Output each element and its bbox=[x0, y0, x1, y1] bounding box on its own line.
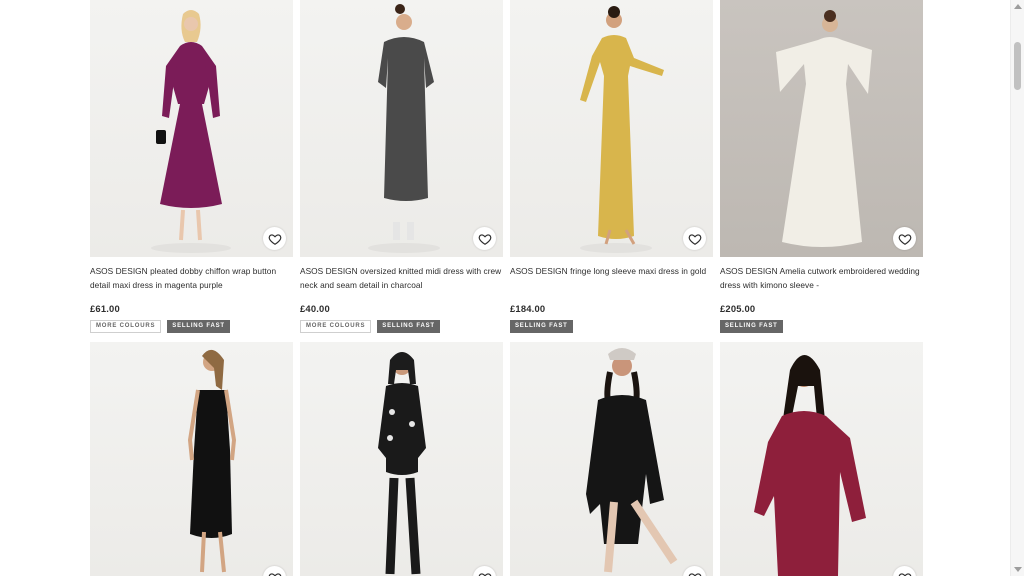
selling-fast-badge: SELLING FAST bbox=[167, 320, 230, 333]
heart-icon bbox=[898, 572, 911, 576]
product-image[interactable] bbox=[90, 0, 293, 257]
product-image[interactable] bbox=[720, 0, 923, 257]
heart-icon bbox=[478, 233, 491, 245]
model-figure bbox=[151, 10, 231, 253]
heart-icon bbox=[688, 572, 701, 576]
scrollbar[interactable] bbox=[1010, 0, 1024, 576]
product-badges: SELLING FAST bbox=[720, 320, 923, 333]
model-figure bbox=[378, 352, 426, 575]
heart-icon bbox=[268, 233, 281, 245]
product-badges: SELLING FAST bbox=[510, 320, 713, 333]
selling-fast-badge: SELLING FAST bbox=[377, 320, 440, 333]
product-card[interactable]: ASOS DESIGN oversized knitted midi dress… bbox=[300, 0, 503, 333]
scrollbar-thumb[interactable] bbox=[1014, 42, 1021, 90]
product-card[interactable]: ASOS DESIGN pleated dobby chiffon wrap b… bbox=[90, 0, 293, 333]
product-image[interactable] bbox=[720, 342, 923, 576]
model-figure bbox=[754, 355, 866, 576]
product-badges: MORE COLOURS SELLING FAST bbox=[90, 320, 293, 333]
product-image[interactable] bbox=[300, 342, 503, 576]
heart-icon bbox=[478, 572, 491, 576]
more-colours-badge: MORE COLOURS bbox=[90, 320, 162, 333]
model-figure bbox=[187, 349, 237, 573]
scroll-down-arrow-icon[interactable] bbox=[1014, 567, 1022, 572]
product-image[interactable] bbox=[90, 342, 293, 576]
product-image[interactable] bbox=[510, 342, 713, 576]
product-price: £40.00 bbox=[300, 303, 330, 314]
heart-icon bbox=[268, 572, 281, 576]
save-heart-button[interactable] bbox=[683, 227, 706, 250]
scroll-up-arrow-icon[interactable] bbox=[1014, 4, 1022, 9]
more-colours-badge: MORE COLOURS bbox=[300, 320, 372, 333]
save-heart-button[interactable] bbox=[263, 227, 286, 250]
product-card[interactable]: ASOS DESIGN Amelia cutwork embroidered w… bbox=[720, 0, 923, 333]
product-card[interactable]: ASOS DESIGN fringe long sleeve maxi dres… bbox=[510, 0, 713, 333]
model-figure bbox=[776, 10, 872, 247]
save-heart-button[interactable] bbox=[473, 227, 496, 250]
product-card[interactable] bbox=[90, 342, 293, 576]
product-card[interactable] bbox=[300, 342, 503, 576]
product-image[interactable] bbox=[300, 0, 503, 257]
selling-fast-badge: SELLING FAST bbox=[510, 320, 573, 333]
heart-icon bbox=[688, 233, 701, 245]
model-figure bbox=[368, 4, 440, 253]
product-title[interactable]: ASOS DESIGN Amelia cutwork embroidered w… bbox=[720, 264, 923, 292]
product-badges: MORE COLOURS SELLING FAST bbox=[300, 320, 503, 333]
product-title[interactable]: ASOS DESIGN oversized knitted midi dress… bbox=[300, 264, 503, 292]
selling-fast-badge: SELLING FAST bbox=[720, 320, 783, 333]
model-figure bbox=[586, 348, 678, 573]
heart-icon bbox=[898, 233, 911, 245]
product-title[interactable]: ASOS DESIGN pleated dobby chiffon wrap b… bbox=[90, 264, 293, 292]
product-title[interactable]: ASOS DESIGN fringe long sleeve maxi dres… bbox=[510, 264, 713, 292]
save-heart-button[interactable] bbox=[893, 227, 916, 250]
product-price: £184.00 bbox=[510, 303, 546, 314]
product-card[interactable] bbox=[720, 342, 923, 576]
product-price: £205.00 bbox=[720, 303, 756, 314]
product-card[interactable] bbox=[510, 342, 713, 576]
product-image[interactable] bbox=[510, 0, 713, 257]
model-figure bbox=[580, 6, 664, 253]
product-price: £61.00 bbox=[90, 303, 120, 314]
